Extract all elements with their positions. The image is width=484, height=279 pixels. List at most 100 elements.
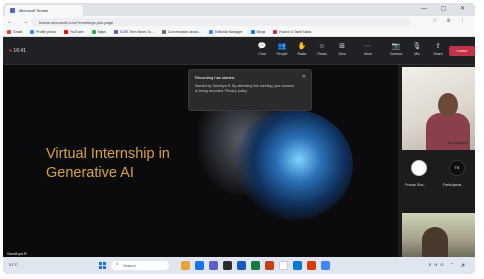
- participant-name: Eva Agarwal: [448, 141, 468, 145]
- close-icon[interactable]: ✕: [302, 74, 306, 80]
- store-icon[interactable]: [223, 261, 232, 270]
- excel-icon[interactable]: [251, 261, 260, 270]
- slide-title: Virtual Internship in Generative AI: [46, 145, 170, 183]
- toolbar-label: More: [364, 52, 372, 56]
- toolbar-mic-button[interactable]: 🎙 Mic: [408, 43, 426, 56]
- chat-icon: 💬: [257, 43, 267, 50]
- toolbar-label: Raise: [297, 52, 307, 56]
- more-icon: ⋯: [364, 43, 372, 50]
- tab-title: Microsoft Teams: [19, 8, 49, 13]
- participant-video-tile[interactable]: Eva Agarwal: [402, 67, 475, 150]
- bookmark-favicon-icon: [209, 30, 214, 34]
- bookmark-label: YouTube: [69, 30, 84, 34]
- toolbar-react-button[interactable]: ☺ React: [313, 43, 331, 56]
- file-explorer-icon[interactable]: [181, 261, 190, 270]
- browser-tab[interactable]: Microsoft Teams: [5, 5, 83, 16]
- participant-tile[interactable]: Pravan Sha...: [402, 155, 436, 195]
- mic-icon: 🎙: [412, 43, 422, 50]
- slide-title-line2: Generative AI: [46, 165, 134, 181]
- powerpoint-icon[interactable]: [265, 261, 274, 270]
- view-icon: ⊞: [339, 43, 345, 50]
- os-taskbar: 31°C Search ⌕ ENG ⌃ 🔊: [3, 257, 475, 274]
- url-field[interactable]: teams.microsoft.com/?meetings-join-page: [31, 18, 411, 26]
- camera-icon: 📷: [391, 43, 401, 50]
- teams-favicon-icon: [10, 8, 15, 13]
- toolbar-label: Mic: [414, 52, 420, 56]
- toolbar-label: View: [338, 52, 346, 56]
- bookmark-item[interactable]: Profile photo: [30, 30, 56, 34]
- system-tray[interactable]: ENG ⌃ 🔊: [429, 262, 469, 267]
- edge-icon[interactable]: [195, 261, 204, 270]
- notification-body: Started by Sandhya R. By attending this …: [195, 84, 294, 93]
- outlook-icon[interactable]: [293, 261, 302, 270]
- bookmark-favicon-icon: [250, 30, 255, 34]
- glowing-brain-image: [233, 110, 353, 220]
- taskbar-search[interactable]: Search: [111, 261, 169, 270]
- meeting-toolbar: ● 16:41 💬 Chat 👥 People ✋ Raise ☺ React ⊞ View ⋯ Mo…: [3, 37, 475, 65]
- bookmark-label: Blogs: [256, 30, 266, 34]
- bookmark-label: Conversation about...: [167, 30, 202, 34]
- bookmark-item[interactable]: Blogs: [250, 30, 266, 34]
- bookmark-favicon-icon: [7, 30, 11, 34]
- app-icon[interactable]: [307, 261, 316, 270]
- chrome-icon[interactable]: [279, 261, 288, 270]
- weather-widget[interactable]: 31°C: [9, 262, 18, 267]
- bookmark-favicon-icon: [273, 30, 278, 34]
- toolbar-view-button[interactable]: ⊞ View: [333, 43, 351, 56]
- toolbar-label: Chat: [258, 52, 266, 56]
- toolbar-label: Camera: [389, 52, 403, 56]
- participant-label: Pravan Sha...: [405, 183, 427, 187]
- raise-icon: ✋: [297, 43, 307, 50]
- bookmark-favicon-icon: [161, 30, 166, 34]
- bookmark-label: Profile photo: [36, 30, 56, 34]
- bookmark-item[interactable]: Editorial Manager: [209, 30, 243, 34]
- toolbar-label: Share: [433, 52, 443, 56]
- people-icon: 👥: [277, 43, 287, 50]
- toolbar-people-button[interactable]: 👥 People: [273, 43, 291, 56]
- participants-panel: Eva Agarwal Pravan Sha... TK Participant…: [398, 65, 475, 257]
- bookmarks-bar: Gmail Profile photo YouTube Maps ICSE Tech N…: [3, 28, 475, 37]
- timer-text: 16:41: [13, 48, 26, 54]
- bookmark-favicon-icon: [91, 30, 96, 34]
- bookmark-item[interactable]: ICSE Tech News To...: [114, 30, 154, 34]
- bookmark-label: Gmail: [13, 30, 23, 34]
- bookmark-item[interactable]: YouTube: [63, 30, 84, 34]
- recording-notification: Recording has started. ✕ Started by Sand…: [188, 69, 312, 111]
- bookmark-label: Found in Tamil Nadu: [279, 30, 312, 34]
- bookmark-label: Maps: [97, 30, 107, 34]
- windows-start-icon[interactable]: [99, 262, 106, 269]
- bookmark-label: Editorial Manager: [215, 30, 243, 34]
- notification-title: Recording has started.: [195, 75, 236, 80]
- toolbar-share-button[interactable]: ⇪ Share: [429, 43, 447, 56]
- browser-tab-bar: Microsoft Teams — ▢ ✕: [3, 3, 475, 16]
- participant-label: Participants: [443, 183, 462, 187]
- bookmark-label: ICSE Tech News To...: [120, 30, 154, 34]
- bookmark-item[interactable]: Conversation about...: [161, 30, 202, 34]
- avatar: TK: [449, 160, 465, 176]
- bookmark-item[interactable]: Found in Tamil Nadu: [273, 30, 311, 34]
- participant-video-tile[interactable]: [402, 213, 475, 257]
- window-controls[interactable]: — ▢ ✕: [421, 5, 471, 12]
- bookmark-favicon-icon: [63, 30, 68, 34]
- bookmark-item[interactable]: Maps: [91, 30, 107, 34]
- toolbar-more-button[interactable]: ⋯ More: [359, 43, 377, 56]
- toolbar-chat-button[interactable]: 💬 Chat: [253, 43, 271, 56]
- bookmark-favicon-icon: [114, 30, 119, 34]
- bookmark-favicon-icon: [30, 30, 35, 34]
- bookmark-item[interactable]: Gmail: [7, 30, 22, 34]
- presenter-name: Sandhya R: [7, 251, 27, 256]
- toolbar-raise-button[interactable]: ✋ Raise: [293, 43, 311, 56]
- react-icon: ☺: [318, 43, 326, 50]
- word-icon[interactable]: [237, 261, 246, 270]
- leave-button[interactable]: Leave: [449, 46, 475, 56]
- toolbar-camera-button[interactable]: 📷 Camera: [387, 43, 405, 56]
- slide-title-line1: Virtual Internship in: [46, 146, 170, 162]
- teams-icon[interactable]: [209, 261, 218, 270]
- extension-icons[interactable]: ☆ ⊕ ⋮: [433, 18, 469, 24]
- app-icon[interactable]: [321, 261, 330, 270]
- address-bar-row: ← → ↻ teams.microsoft.com/?meetings-join…: [3, 16, 475, 28]
- search-icon: ⌕: [116, 261, 119, 267]
- toolbar-label: React: [317, 52, 327, 56]
- participant-tile[interactable]: TK Participants: [440, 155, 474, 195]
- participant-row: Pravan Sha... TK Participants: [402, 155, 475, 195]
